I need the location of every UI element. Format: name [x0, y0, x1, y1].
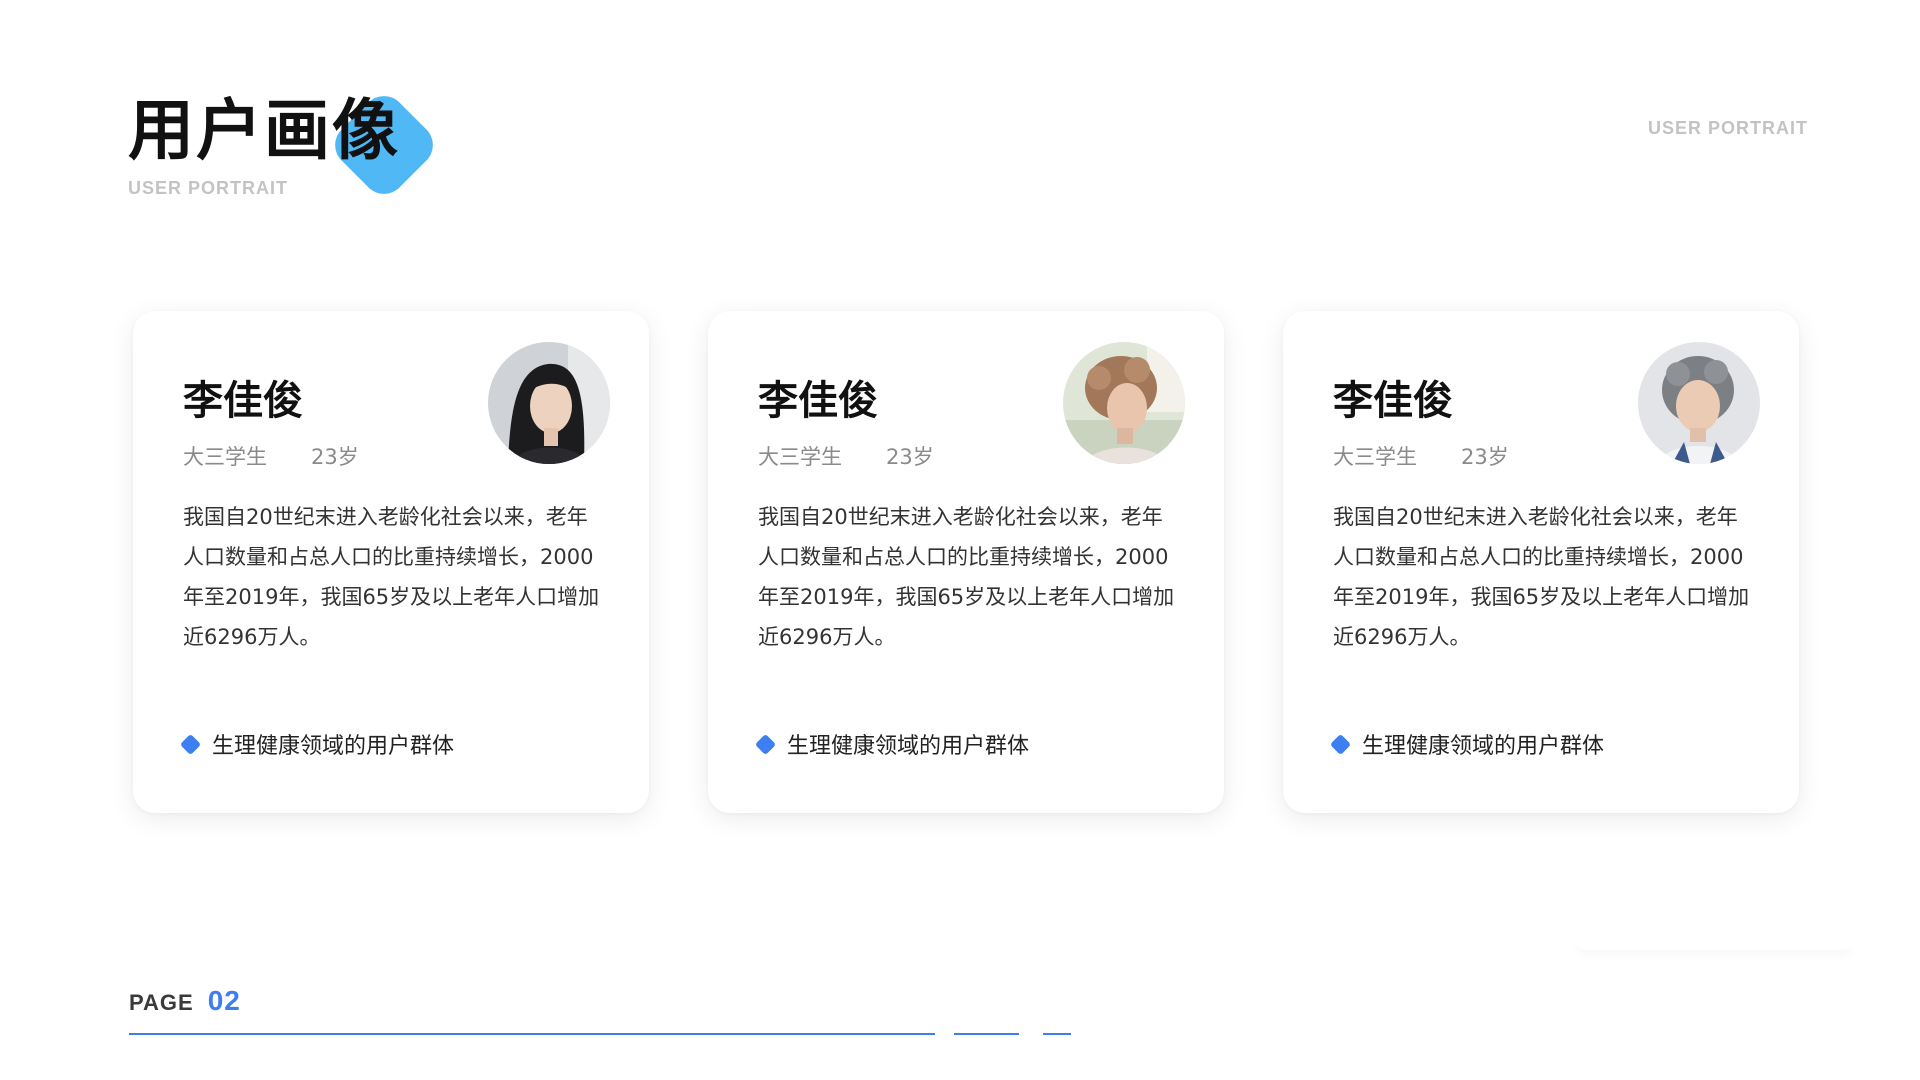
- young-woman-portrait-icon: [488, 342, 610, 464]
- title-group: 用户画像: [128, 87, 442, 203]
- user-role: 大三学生: [183, 445, 267, 469]
- user-name: 李佳俊: [1333, 378, 1453, 424]
- page-number: 02: [207, 985, 241, 1016]
- user-tag: 生理健康领域的用户群体: [1329, 728, 1605, 760]
- user-description: 我国自20世纪末进入老龄化社会以来，老年人口数量和占总人口的比重持续增长，200…: [1333, 505, 1750, 649]
- footer-line: [1043, 1033, 1071, 1035]
- diamond-bullet-icon: [754, 733, 777, 755]
- decorative-shadow: [1572, 934, 1857, 950]
- page-label: PAGE: [129, 990, 194, 1015]
- user-role: 大三学生: [758, 445, 842, 469]
- slide: 用户画像 USER PORTRAIT USER PORTRAIT 李佳俊 大三学…: [0, 0, 1920, 1080]
- user-name: 李佳俊: [183, 378, 303, 424]
- user-age: 23岁: [311, 445, 359, 469]
- portrait-cards: 李佳俊 大三学生 23岁 我国自20世纪末进入老龄化社会以来，老年人口数量和占总…: [133, 311, 1799, 813]
- user-age: 23岁: [886, 445, 934, 469]
- avatar: [1638, 342, 1760, 464]
- user-tag-label: 生理健康领域的用户群体: [212, 734, 455, 759]
- user-role: 大三学生: [1333, 445, 1417, 469]
- user-card: 李佳俊 大三学生 23岁 我国自20世纪末进入老龄化社会以来，老年人口数量和占总…: [1283, 311, 1799, 813]
- footer-line: [954, 1033, 1019, 1035]
- avatar: [488, 342, 610, 464]
- older-woman-portrait-icon: [1063, 342, 1185, 464]
- user-description: 我国自20世纪末进入老龄化社会以来，老年人口数量和占总人口的比重持续增长，200…: [758, 505, 1175, 649]
- user-meta: 大三学生 23岁: [758, 441, 934, 471]
- diamond-bullet-icon: [179, 733, 202, 755]
- diamond-bullet-icon: [1329, 733, 1352, 755]
- user-meta: 大三学生 23岁: [183, 441, 359, 471]
- gray-haired-woman-portrait-icon: [1638, 342, 1760, 464]
- user-card: 李佳俊 大三学生 23岁 我国自20世纪末进入老龄化社会以来，老年人口数量和占总…: [708, 311, 1224, 813]
- footer-line: [129, 1033, 935, 1035]
- page-indicator: PAGE 02: [129, 985, 241, 1017]
- user-age: 23岁: [1461, 445, 1509, 469]
- page-title: 用户画像: [128, 92, 400, 169]
- user-description: 我国自20世纪末进入老龄化社会以来，老年人口数量和占总人口的比重持续增长，200…: [183, 505, 600, 649]
- top-right-label: USER PORTRAIT: [1647, 118, 1808, 138]
- user-card: 李佳俊 大三学生 23岁 我国自20世纪末进入老龄化社会以来，老年人口数量和占总…: [133, 311, 649, 813]
- user-tag: 生理健康领域的用户群体: [179, 728, 455, 760]
- user-tag-label: 生理健康领域的用户群体: [1362, 734, 1605, 759]
- user-tag-label: 生理健康领域的用户群体: [787, 734, 1030, 759]
- user-name: 李佳俊: [758, 378, 878, 424]
- user-tag: 生理健康领域的用户群体: [754, 728, 1030, 760]
- page-subtitle: USER PORTRAIT: [128, 178, 289, 198]
- avatar: [1063, 342, 1185, 464]
- user-meta: 大三学生 23岁: [1333, 441, 1509, 471]
